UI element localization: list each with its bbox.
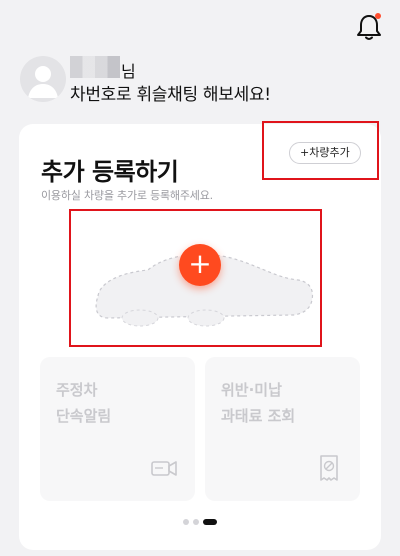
card-subtitle: 이용하실 차량을 추가로 등록해주세요. xyxy=(41,189,213,202)
tile-label: 주정차 단속알림 xyxy=(56,381,112,425)
user-silhouette-icon xyxy=(28,66,58,98)
camera-icon xyxy=(151,461,177,476)
user-name-redacted xyxy=(70,56,120,78)
fine-inquiry-tile[interactable]: 위반·미납 과태료 조회 xyxy=(205,357,360,501)
greeting-text: 차번호로 휘슬채팅 해보세요! xyxy=(70,85,271,105)
card-title: 추가 등록하기 xyxy=(41,158,179,186)
tile-label: 위반·미납 과태료 조회 xyxy=(221,381,296,425)
parking-alert-tile[interactable]: 주정차 단속알림 xyxy=(40,357,195,501)
name-suffix: 님 xyxy=(121,62,136,81)
page-dot-active[interactable] xyxy=(203,519,217,525)
page-dot[interactable] xyxy=(193,519,199,525)
notification-dot xyxy=(375,13,381,19)
highlight-box-add-button xyxy=(262,121,379,180)
highlight-box-car xyxy=(69,209,322,347)
receipt-icon xyxy=(320,455,338,481)
avatar[interactable] xyxy=(20,56,66,102)
page-dot[interactable] xyxy=(183,519,189,525)
